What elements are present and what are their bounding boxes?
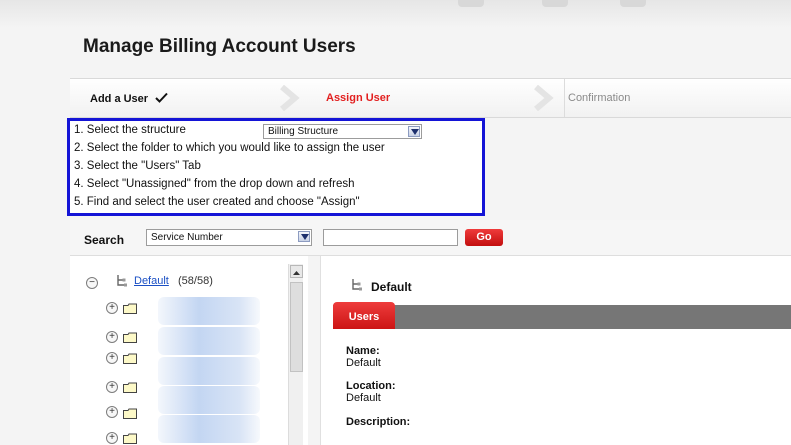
field-location-value: Default bbox=[346, 392, 381, 404]
field-name-label: Name: bbox=[346, 345, 380, 357]
expand-toggle[interactable]: + bbox=[106, 381, 118, 393]
scroll-up-button[interactable] bbox=[290, 265, 303, 278]
detail-title: Default bbox=[371, 280, 412, 294]
instruction-step: 4. Select "Unassigned" from the drop dow… bbox=[74, 178, 355, 190]
instruction-box: 1. Select the structure Billing Structur… bbox=[67, 118, 485, 216]
search-type-select[interactable]: Service Number bbox=[146, 229, 312, 246]
search-input[interactable] bbox=[323, 229, 458, 246]
expand-toggle[interactable]: + bbox=[106, 352, 118, 364]
redacted-name bbox=[158, 297, 260, 325]
field-name-value: Default bbox=[346, 357, 381, 369]
tab-users[interactable]: Users bbox=[333, 302, 395, 332]
structure-select[interactable]: Billing Structure bbox=[263, 124, 422, 139]
redacted-name bbox=[158, 386, 260, 414]
folder-icon bbox=[123, 332, 137, 343]
hierarchy-icon bbox=[117, 275, 127, 287]
top-tab-stub bbox=[458, 0, 484, 7]
structure-select-value: Billing Structure bbox=[268, 126, 339, 137]
hierarchy-icon bbox=[352, 279, 362, 291]
top-gradient bbox=[0, 0, 791, 28]
tree-root-link[interactable]: Default bbox=[134, 275, 169, 287]
tree-scrollbar[interactable] bbox=[288, 264, 303, 445]
search-bar: Search Service Number Go bbox=[70, 220, 791, 256]
scroll-thumb[interactable] bbox=[290, 282, 303, 372]
folder-icon bbox=[123, 303, 137, 314]
instruction-step: 2. Select the folder to which you would … bbox=[74, 142, 385, 154]
folder-icon bbox=[123, 353, 137, 364]
wizard-step-bar: Add a User Assign User Confirmation bbox=[70, 78, 791, 118]
folder-icon bbox=[123, 382, 137, 393]
tree-root-count: (58/58) bbox=[178, 275, 213, 287]
expand-toggle[interactable]: + bbox=[106, 302, 118, 314]
step-divider bbox=[564, 79, 565, 117]
redacted-name bbox=[158, 357, 260, 385]
step-add-user: Add a User bbox=[90, 92, 168, 105]
step-label: Add a User bbox=[90, 93, 149, 105]
chevron-down-icon bbox=[298, 231, 310, 242]
collapse-toggle[interactable]: − bbox=[86, 277, 98, 289]
chevron-down-icon bbox=[408, 126, 420, 137]
step-arrow-icon bbox=[280, 85, 300, 111]
chevron-up-icon bbox=[293, 271, 300, 275]
search-type-value: Service Number bbox=[151, 232, 223, 243]
top-tab-stub bbox=[542, 0, 568, 7]
expand-toggle[interactable]: + bbox=[106, 406, 118, 418]
field-location-label: Location: bbox=[346, 380, 396, 392]
step-arrow-icon bbox=[534, 85, 554, 111]
expand-toggle[interactable]: + bbox=[106, 432, 118, 444]
step-confirmation: Confirmation bbox=[568, 92, 631, 104]
instruction-step: 3. Select the "Users" Tab bbox=[74, 160, 201, 172]
redacted-name bbox=[158, 327, 260, 355]
step-assign-user: Assign User bbox=[326, 92, 391, 104]
search-label: Search bbox=[84, 233, 125, 247]
expand-toggle[interactable]: + bbox=[106, 331, 118, 343]
redacted-name bbox=[158, 415, 260, 443]
go-button[interactable]: Go bbox=[465, 229, 503, 246]
page-title: Manage Billing Account Users bbox=[83, 36, 356, 57]
field-description-label: Description: bbox=[346, 416, 411, 428]
folder-icon bbox=[123, 433, 137, 444]
detail-tab-bar bbox=[333, 305, 791, 329]
instruction-step: 1. Select the structure bbox=[74, 124, 186, 136]
folder-icon bbox=[123, 408, 137, 419]
checkmark-icon bbox=[155, 92, 168, 103]
instruction-step: 5. Find and select the user created and … bbox=[74, 196, 360, 208]
top-tab-stub bbox=[620, 0, 646, 7]
